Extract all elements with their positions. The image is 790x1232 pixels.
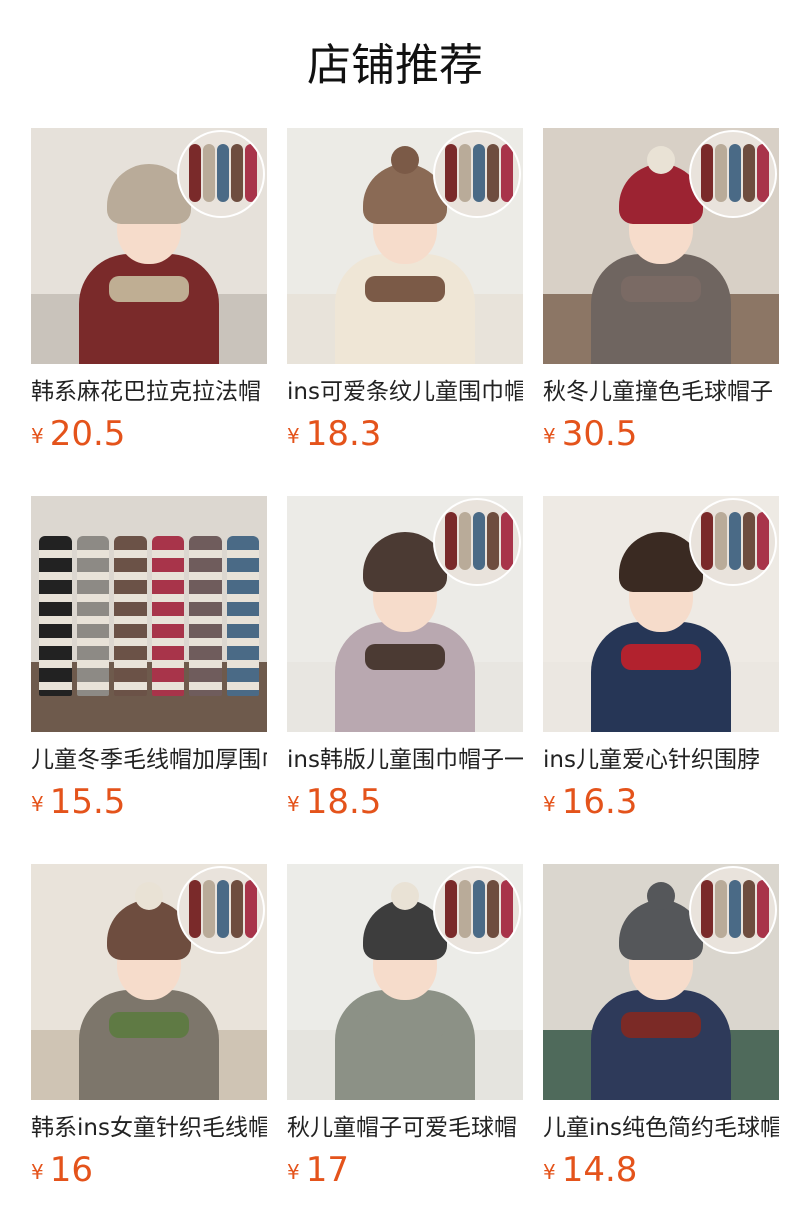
price-value: 18.3 bbox=[305, 414, 382, 454]
product-name[interactable]: 韩系麻花巴拉克拉法帽 bbox=[31, 376, 267, 408]
price-value: 15.5 bbox=[49, 782, 126, 822]
kid-hood-scarf-photo[interactable] bbox=[31, 128, 267, 364]
color-variants-inset-icon bbox=[435, 132, 519, 216]
product-name[interactable]: ins可爱条纹儿童围巾帽 bbox=[287, 376, 523, 408]
product-card[interactable]: 儿童冬季毛线帽加厚围巾 ¥15.5 bbox=[31, 496, 267, 864]
color-variants-inset-icon bbox=[691, 868, 775, 952]
product-name[interactable]: 儿童ins纯色简约毛球帽 bbox=[543, 1112, 779, 1144]
price-value: 17 bbox=[305, 1150, 349, 1190]
product-price: ¥20.5 bbox=[31, 414, 267, 454]
knit-hats-scarves-display-photo[interactable] bbox=[31, 496, 267, 732]
kid-red-scarf-photo[interactable] bbox=[543, 496, 779, 732]
product-price: ¥14.8 bbox=[543, 1150, 779, 1190]
currency-symbol: ¥ bbox=[543, 424, 556, 448]
currency-symbol: ¥ bbox=[543, 1160, 556, 1184]
color-variants-inset-icon bbox=[179, 868, 263, 952]
currency-symbol: ¥ bbox=[31, 792, 44, 816]
product-card[interactable]: ins可爱条纹儿童围巾帽 ¥18.3 bbox=[287, 128, 523, 496]
product-card[interactable]: 秋儿童帽子可爱毛球帽 ¥17 bbox=[287, 864, 523, 1232]
product-price: ¥16.3 bbox=[543, 782, 779, 822]
product-card[interactable]: 秋冬儿童撞色毛球帽子 ¥30.5 bbox=[543, 128, 779, 496]
product-card[interactable]: 儿童ins纯色简约毛球帽 ¥14.8 bbox=[543, 864, 779, 1232]
product-name[interactable]: 秋冬儿童撞色毛球帽子 bbox=[543, 376, 779, 408]
product-price: ¥15.5 bbox=[31, 782, 267, 822]
kid-gray-knit-hat-photo[interactable] bbox=[287, 864, 523, 1100]
price-value: 18.5 bbox=[305, 782, 382, 822]
product-card[interactable]: ins韩版儿童围巾帽子一体 ¥18.5 bbox=[287, 496, 523, 864]
currency-symbol: ¥ bbox=[31, 424, 44, 448]
product-card[interactable]: ins儿童爱心针织围脖 ¥16.3 bbox=[543, 496, 779, 864]
color-variants-inset-icon bbox=[691, 132, 775, 216]
kid-balaclava-photo[interactable] bbox=[287, 496, 523, 732]
color-variants-inset-icon bbox=[179, 132, 263, 216]
product-name[interactable]: ins韩版儿童围巾帽子一体 bbox=[287, 744, 523, 776]
knit-scarves-icon bbox=[31, 496, 267, 732]
color-variants-inset-icon bbox=[435, 868, 519, 952]
product-price: ¥18.5 bbox=[287, 782, 523, 822]
currency-symbol: ¥ bbox=[31, 1160, 44, 1184]
kid-gray-pompom-hat-photo[interactable] bbox=[543, 864, 779, 1100]
price-value: 14.8 bbox=[561, 1150, 638, 1190]
product-name[interactable]: ins儿童爱心针织围脖 bbox=[543, 744, 779, 776]
product-price: ¥18.3 bbox=[287, 414, 523, 454]
color-variants-inset-icon bbox=[691, 500, 775, 584]
product-card[interactable]: 韩系ins女童针织毛线帽 ¥16 bbox=[31, 864, 267, 1232]
currency-symbol: ¥ bbox=[287, 792, 300, 816]
product-card[interactable]: 韩系麻花巴拉克拉法帽 ¥20.5 bbox=[31, 128, 267, 496]
price-value: 20.5 bbox=[49, 414, 126, 454]
kid-brown-hat-photo[interactable] bbox=[287, 128, 523, 364]
currency-symbol: ¥ bbox=[287, 1160, 300, 1184]
price-value: 16.3 bbox=[561, 782, 638, 822]
product-name[interactable]: 秋儿童帽子可爱毛球帽 bbox=[287, 1112, 523, 1144]
product-price: ¥30.5 bbox=[543, 414, 779, 454]
color-variants-inset-icon bbox=[435, 500, 519, 584]
price-value: 30.5 bbox=[561, 414, 638, 454]
currency-symbol: ¥ bbox=[287, 424, 300, 448]
page-title: 店铺推荐 bbox=[307, 40, 483, 91]
product-name[interactable]: 儿童冬季毛线帽加厚围巾 bbox=[31, 744, 267, 776]
product-price: ¥16 bbox=[31, 1150, 267, 1190]
product-name[interactable]: 韩系ins女童针织毛线帽 bbox=[31, 1112, 267, 1144]
product-grid: 韩系麻花巴拉克拉法帽 ¥20.5 ins可爱条纹儿童围巾帽 ¥18.3 秋冬儿童撞色毛球… bbox=[31, 128, 779, 1232]
product-price: ¥17 bbox=[287, 1150, 523, 1190]
kid-brown-earflap-hat-photo[interactable] bbox=[31, 864, 267, 1100]
currency-symbol: ¥ bbox=[543, 792, 556, 816]
price-value: 16 bbox=[49, 1150, 93, 1190]
kid-red-pompom-hat-photo[interactable] bbox=[543, 128, 779, 364]
